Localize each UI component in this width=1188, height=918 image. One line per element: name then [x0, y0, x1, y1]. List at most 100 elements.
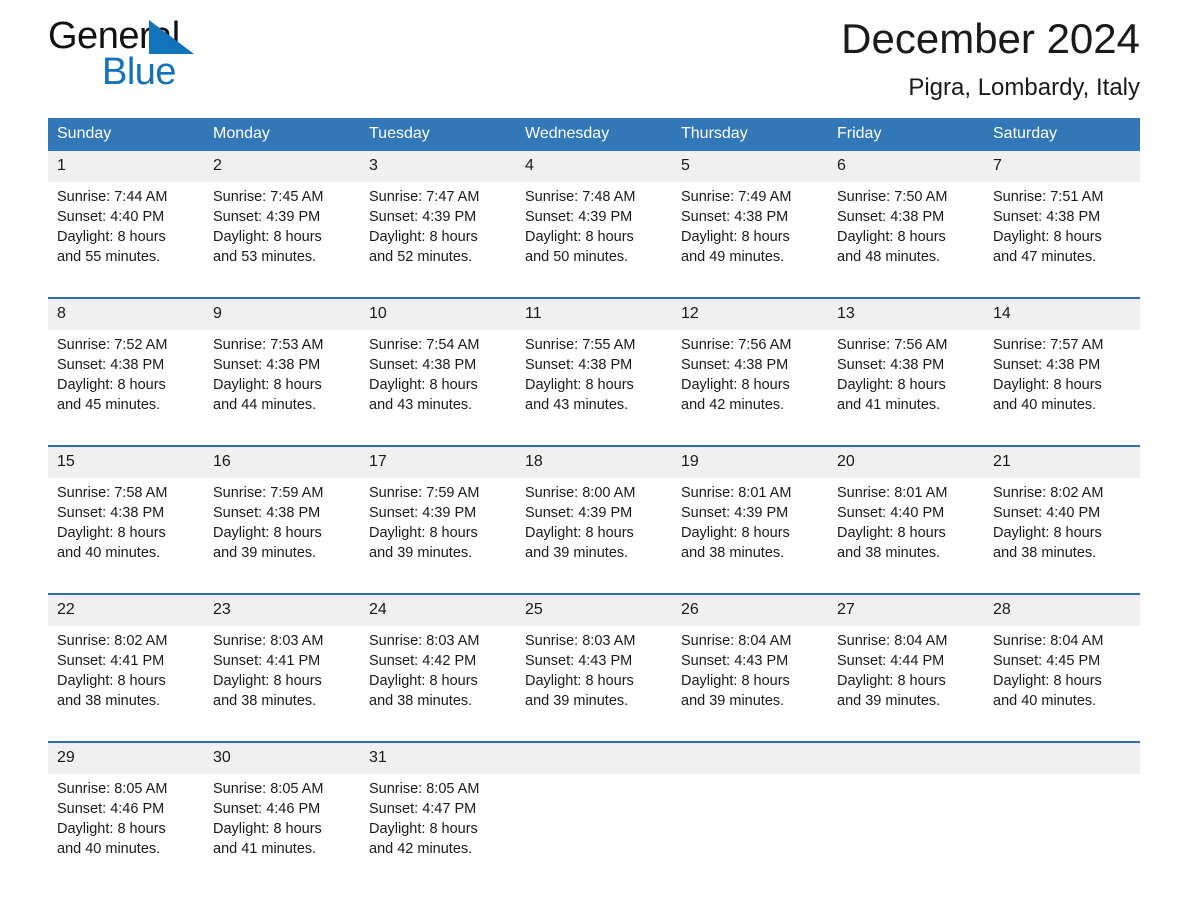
day-number[interactable]: 3: [360, 151, 516, 182]
daylight-text-line2: and 50 minutes.: [525, 249, 629, 265]
day-number-empty: [672, 742, 828, 774]
daylight-text-line1: Daylight: 8 hours: [57, 673, 166, 689]
week4-daynumbers: 22 23 24 25 26 27 28: [48, 594, 1140, 626]
daylight-text-line1: Daylight: 8 hours: [837, 377, 946, 393]
daylight-text-line1: Daylight: 8 hours: [369, 229, 478, 245]
weekday-header-saturday: Saturday: [984, 118, 1140, 151]
day-number[interactable]: 7: [984, 151, 1140, 182]
sunset-text: Sunset: 4:38 PM: [213, 505, 321, 521]
sunrise-text: Sunrise: 8:01 AM: [681, 485, 792, 501]
location-subtitle: Pigra, Lombardy, Italy: [908, 74, 1140, 101]
week3-daynumbers: 15 16 17 18 19 20 21: [48, 446, 1140, 478]
day-cell: Sunrise: 8:03 AM Sunset: 4:43 PM Dayligh…: [516, 626, 672, 742]
daylight-text-line1: Daylight: 8 hours: [993, 229, 1102, 245]
daylight-text-line1: Daylight: 8 hours: [57, 229, 166, 245]
day-number[interactable]: 16: [204, 446, 360, 478]
day-number[interactable]: 1: [48, 151, 204, 182]
sunrise-text: Sunrise: 8:05 AM: [213, 781, 324, 797]
sunset-text: Sunset: 4:47 PM: [369, 801, 477, 817]
day-number[interactable]: 11: [516, 298, 672, 330]
week1-daynumbers: 1 2 3 4 5 6 7: [48, 151, 1140, 182]
day-number[interactable]: 10: [360, 298, 516, 330]
day-number[interactable]: 9: [204, 298, 360, 330]
day-cell: Sunrise: 7:56 AM Sunset: 4:38 PM Dayligh…: [828, 330, 984, 446]
daylight-text-line1: Daylight: 8 hours: [369, 525, 478, 541]
day-number[interactable]: 8: [48, 298, 204, 330]
calendar-table: Sunday Monday Tuesday Wednesday Thursday…: [48, 118, 1140, 889]
sunset-text: Sunset: 4:41 PM: [57, 653, 165, 669]
sunset-text: Sunset: 4:46 PM: [57, 801, 165, 817]
day-number[interactable]: 22: [48, 594, 204, 626]
day-number[interactable]: 6: [828, 151, 984, 182]
sunset-text: Sunset: 4:39 PM: [369, 505, 477, 521]
daylight-text-line2: and 39 minutes.: [525, 545, 629, 561]
day-number[interactable]: 26: [672, 594, 828, 626]
day-number[interactable]: 25: [516, 594, 672, 626]
daylight-text-line2: and 38 minutes.: [837, 545, 941, 561]
day-number[interactable]: 21: [984, 446, 1140, 478]
sunrise-text: Sunrise: 7:52 AM: [57, 337, 168, 353]
day-cell: Sunrise: 8:05 AM Sunset: 4:46 PM Dayligh…: [48, 774, 204, 889]
sunset-text: Sunset: 4:38 PM: [369, 357, 477, 373]
generalblue-logo[interactable]: General Blue: [48, 8, 288, 112]
day-number[interactable]: 20: [828, 446, 984, 478]
daylight-text-line1: Daylight: 8 hours: [525, 673, 634, 689]
day-number[interactable]: 17: [360, 446, 516, 478]
daylight-text-line1: Daylight: 8 hours: [369, 821, 478, 837]
daylight-text-line2: and 44 minutes.: [213, 397, 317, 413]
day-number[interactable]: 4: [516, 151, 672, 182]
sunset-text: Sunset: 4:42 PM: [369, 653, 477, 669]
daylight-text-line1: Daylight: 8 hours: [369, 377, 478, 393]
day-number[interactable]: 30: [204, 742, 360, 774]
sunrise-text: Sunrise: 7:48 AM: [525, 189, 636, 205]
daylight-text-line1: Daylight: 8 hours: [525, 525, 634, 541]
day-number[interactable]: 13: [828, 298, 984, 330]
daylight-text-line2: and 40 minutes.: [993, 397, 1097, 413]
sunrise-text: Sunrise: 7:58 AM: [57, 485, 168, 501]
daylight-text-line2: and 42 minutes.: [681, 397, 785, 413]
day-number[interactable]: 5: [672, 151, 828, 182]
week-row: 15 16 17 18 19 20 21 Sunrise: 7:58 AM Su…: [48, 446, 1140, 594]
day-cell: Sunrise: 7:51 AM Sunset: 4:38 PM Dayligh…: [984, 182, 1140, 298]
day-number[interactable]: 12: [672, 298, 828, 330]
day-number[interactable]: 14: [984, 298, 1140, 330]
day-number[interactable]: 15: [48, 446, 204, 478]
daylight-text-line2: and 39 minutes.: [525, 693, 629, 709]
day-cell: Sunrise: 8:05 AM Sunset: 4:46 PM Dayligh…: [204, 774, 360, 889]
daylight-text-line2: and 38 minutes.: [369, 693, 473, 709]
sunrise-text: Sunrise: 8:04 AM: [837, 633, 948, 649]
daylight-text-line1: Daylight: 8 hours: [213, 821, 322, 837]
daylight-text-line1: Daylight: 8 hours: [681, 377, 790, 393]
sunrise-text: Sunrise: 7:56 AM: [681, 337, 792, 353]
daylight-text-line1: Daylight: 8 hours: [57, 821, 166, 837]
sunset-text: Sunset: 4:44 PM: [837, 653, 945, 669]
day-cell: Sunrise: 8:02 AM Sunset: 4:40 PM Dayligh…: [984, 478, 1140, 594]
day-cell: Sunrise: 7:49 AM Sunset: 4:38 PM Dayligh…: [672, 182, 828, 298]
sunset-text: Sunset: 4:39 PM: [525, 209, 633, 225]
day-number[interactable]: 23: [204, 594, 360, 626]
day-number-empty: [984, 742, 1140, 774]
title-block: December 2024 Pigra, Lombardy, Italy: [841, 8, 1140, 104]
daylight-text-line1: Daylight: 8 hours: [837, 673, 946, 689]
day-number[interactable]: 2: [204, 151, 360, 182]
sunrise-text: Sunrise: 7:51 AM: [993, 189, 1104, 205]
sunset-text: Sunset: 4:45 PM: [993, 653, 1101, 669]
weekday-header-tuesday: Tuesday: [360, 118, 516, 151]
week-row: 1 2 3 4 5 6 7 Sunrise: 7:44 AM Sunset: 4…: [48, 151, 1140, 298]
day-number[interactable]: 19: [672, 446, 828, 478]
daylight-text-line1: Daylight: 8 hours: [681, 673, 790, 689]
day-number[interactable]: 28: [984, 594, 1140, 626]
daylight-text-line2: and 41 minutes.: [837, 397, 941, 413]
sunrise-text: Sunrise: 7:59 AM: [213, 485, 324, 501]
day-number[interactable]: 18: [516, 446, 672, 478]
weekday-header-monday: Monday: [204, 118, 360, 151]
day-number[interactable]: 27: [828, 594, 984, 626]
day-number[interactable]: 24: [360, 594, 516, 626]
sunrise-text: Sunrise: 8:04 AM: [993, 633, 1104, 649]
sunrise-text: Sunrise: 7:45 AM: [213, 189, 324, 205]
day-number[interactable]: 31: [360, 742, 516, 774]
daylight-text-line2: and 39 minutes.: [213, 545, 317, 561]
sunset-text: Sunset: 4:40 PM: [993, 505, 1101, 521]
day-number[interactable]: 29: [48, 742, 204, 774]
day-cell: Sunrise: 7:56 AM Sunset: 4:38 PM Dayligh…: [672, 330, 828, 446]
